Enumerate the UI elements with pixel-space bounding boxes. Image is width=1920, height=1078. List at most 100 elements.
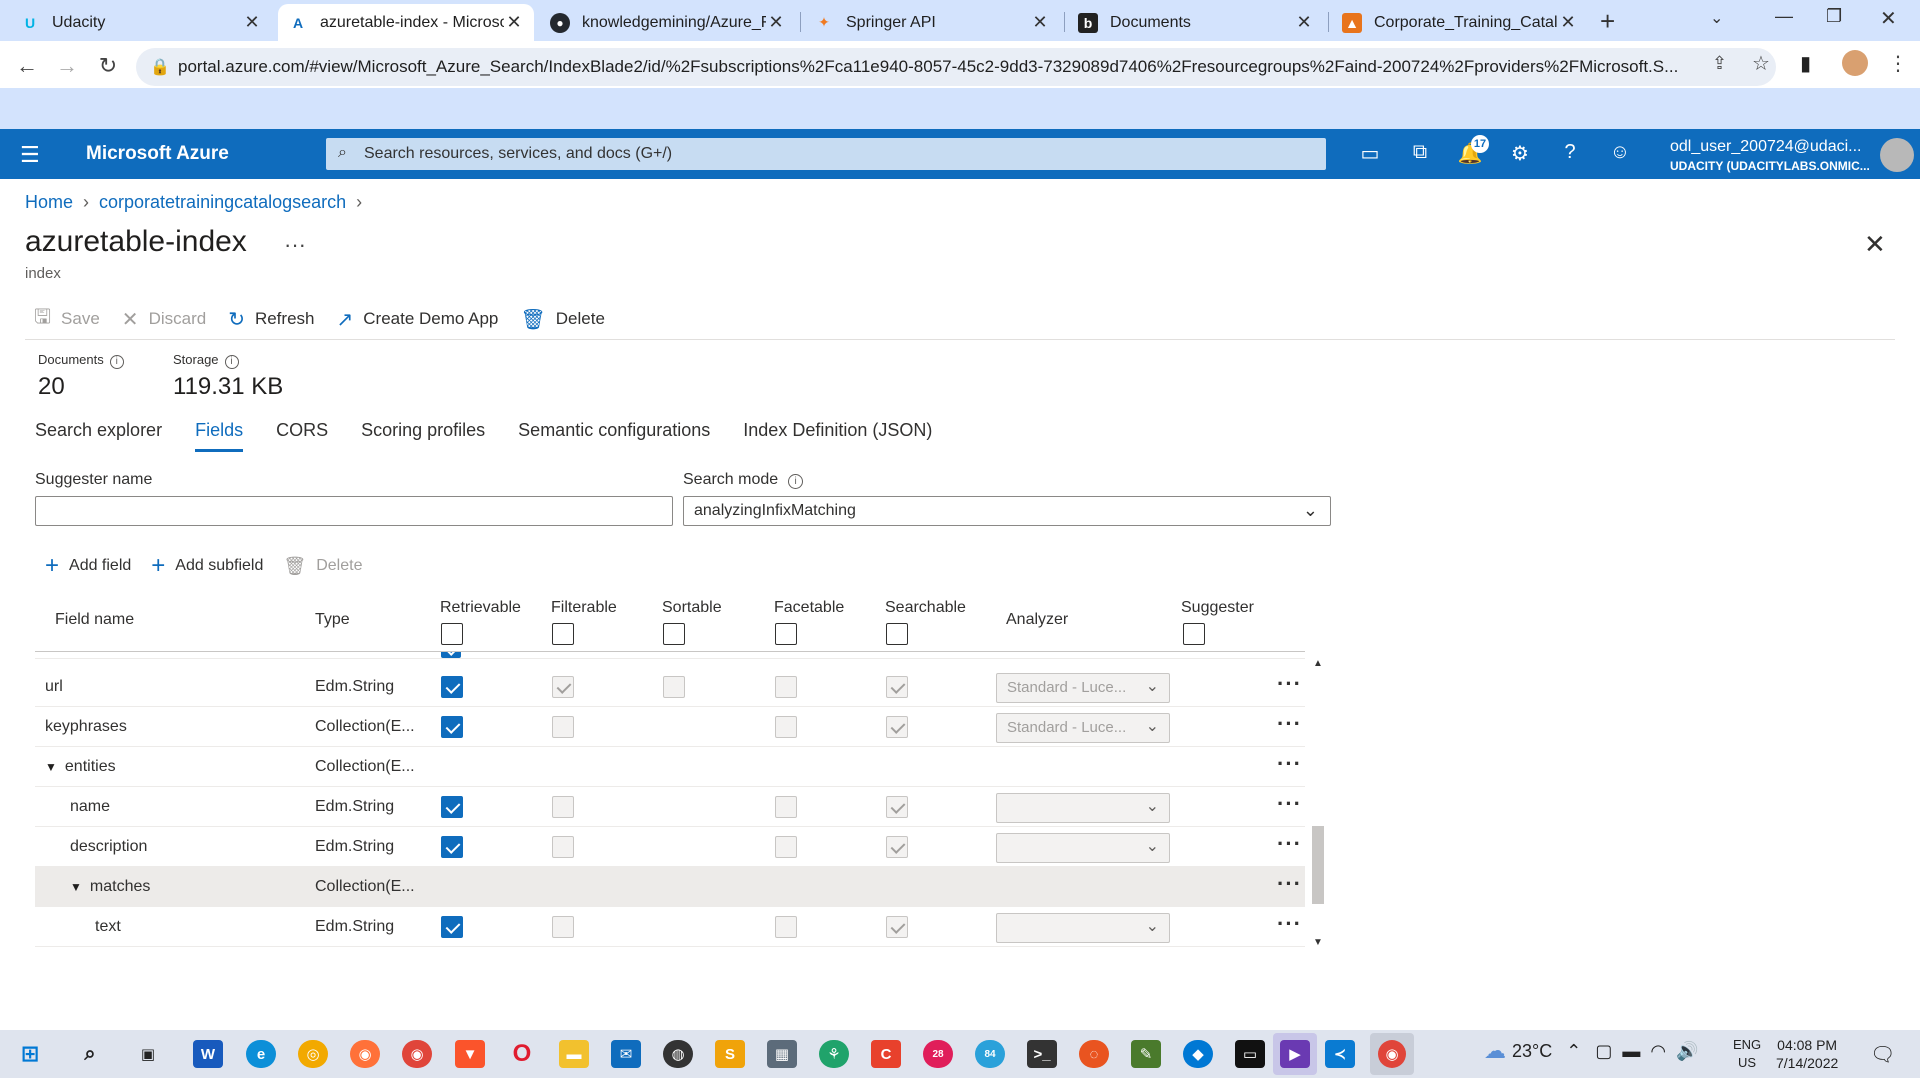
terminal-icon[interactable]: >_ — [1027, 1040, 1057, 1068]
avatar[interactable] — [1880, 138, 1914, 172]
collapse-caret-icon[interactable]: ▼ — [70, 880, 82, 894]
file-explorer-icon[interactable]: ▬ — [559, 1040, 589, 1068]
browser-tab-udacity[interactable]: U Udacity ✕ — [10, 4, 272, 41]
language-indicator[interactable]: ENG US — [1733, 1036, 1761, 1072]
app-icon[interactable]: ◎ — [298, 1040, 328, 1068]
cloud-shell-icon[interactable]: ▭ — [1356, 141, 1384, 167]
retrievable-checkbox[interactable] — [441, 652, 461, 658]
tab-cors[interactable]: CORS — [276, 420, 328, 452]
directory-filter-icon[interactable]: ⧉ — [1406, 141, 1434, 167]
searchable-checkbox[interactable] — [886, 796, 908, 818]
info-icon[interactable]: i — [224, 355, 239, 369]
share-icon[interactable]: ⇪ — [1712, 53, 1727, 74]
row-more-icon[interactable]: ··· — [1277, 791, 1302, 817]
analyzer-dropdown[interactable]: Standard - Luce... ⌄ — [996, 713, 1170, 743]
discard-button[interactable]: ✕ Discard — [122, 307, 206, 332]
close-icon[interactable]: ✕ — [1864, 229, 1886, 260]
row-more-icon[interactable]: ··· — [1277, 871, 1302, 897]
close-tab-icon[interactable]: ✕ — [1558, 12, 1578, 33]
row-more-icon[interactable]: ··· — [1277, 831, 1302, 857]
tab-fields[interactable]: Fields — [195, 420, 244, 452]
reload-icon[interactable]: ↻ — [93, 53, 123, 79]
tab-search-explorer[interactable]: Search explorer — [35, 420, 162, 452]
browser-menu-icon[interactable]: ⋮ — [1888, 51, 1908, 76]
row-more-icon[interactable]: ··· — [1277, 751, 1302, 777]
header-type[interactable]: Type — [315, 611, 350, 629]
browser-tab-documents[interactable]: b Documents ✕ — [1068, 4, 1324, 41]
new-tab-icon[interactable]: + — [1600, 6, 1615, 37]
sublime-icon[interactable]: S — [715, 1040, 745, 1068]
refresh-button[interactable]: ↻ Refresh — [228, 307, 314, 332]
browser-tab-github[interactable]: ● knowledgemining/Azure_Fu ✕ — [540, 4, 796, 41]
address-bar[interactable]: 🔒 portal.azure.com/#view/Microsoft_Azure… — [136, 48, 1776, 86]
analyzer-dropdown[interactable]: Standard - Luce... ⌄ — [996, 673, 1170, 703]
slack-icon[interactable]: 28 — [923, 1040, 953, 1068]
app-icon[interactable]: ◆ — [1183, 1040, 1213, 1068]
sortable-all-checkbox[interactable] — [663, 623, 685, 645]
retrievable-checkbox[interactable] — [441, 836, 463, 858]
collapse-caret-icon[interactable]: ▼ — [45, 760, 57, 774]
table-row[interactable]: ▼ entities Collection(E... ··· — [35, 747, 1305, 787]
suggester-name-input[interactable] — [35, 496, 673, 526]
breadcrumb-home[interactable]: Home — [25, 192, 73, 213]
facetable-checkbox[interactable] — [775, 676, 797, 698]
app-icon[interactable]: ◍ — [663, 1040, 693, 1068]
browser-tab-azure[interactable]: A azuretable-index - Microso ✕ — [278, 4, 534, 41]
weather-cloud-icon[interactable]: ☁ — [1484, 1038, 1506, 1064]
table-row[interactable]: description Edm.String ⌄ ··· — [35, 827, 1305, 867]
facetable-all-checkbox[interactable] — [775, 623, 797, 645]
windows-start-icon[interactable]: ⊞ — [15, 1040, 45, 1068]
cmd-icon[interactable]: ▭ — [1235, 1040, 1265, 1068]
scrollbar-thumb[interactable] — [1312, 826, 1324, 904]
browser-tab-springer[interactable]: ✦ Springer API ✕ — [804, 4, 1060, 41]
searchable-all-checkbox[interactable] — [886, 623, 908, 645]
edge-icon[interactable]: e — [246, 1040, 276, 1068]
close-tab-icon[interactable]: ✕ — [1030, 12, 1050, 33]
add-field-button[interactable]: + Add field — [45, 554, 131, 578]
browser-tab-catalog[interactable]: ▲ Corporate_Training_Catalog ✕ — [1332, 4, 1588, 41]
filterable-checkbox[interactable] — [552, 916, 574, 938]
feedback-icon[interactable]: ☺ — [1606, 141, 1634, 167]
visual-studio-icon[interactable]: ▶ — [1273, 1033, 1317, 1075]
facetable-checkbox[interactable] — [775, 716, 797, 738]
close-tab-icon[interactable]: ✕ — [242, 12, 262, 33]
filterable-all-checkbox[interactable] — [552, 623, 574, 645]
table-row[interactable]: text Edm.String ⌄ ··· — [35, 907, 1305, 947]
sortable-checkbox[interactable] — [663, 676, 685, 698]
profile-avatar[interactable] — [1842, 50, 1868, 76]
table-row[interactable]: name Edm.String ⌄ ··· — [35, 787, 1305, 827]
device-icon[interactable]: ▢ — [1595, 1041, 1612, 1062]
table-row[interactable]: keyphrases Collection(E... Standard - Lu… — [35, 707, 1305, 747]
chrome-active-icon[interactable]: ◉ — [1370, 1033, 1414, 1075]
retrievable-checkbox[interactable] — [441, 916, 463, 938]
facetable-checkbox[interactable] — [775, 916, 797, 938]
opera-icon[interactable]: O — [507, 1040, 537, 1068]
bookmark-star-icon[interactable]: ☆ — [1752, 51, 1770, 76]
ubuntu-icon[interactable]: ◌ — [1079, 1040, 1109, 1068]
app-icon[interactable]: ✎ — [1131, 1040, 1161, 1068]
add-subfield-button[interactable]: + Add subfield — [151, 554, 263, 578]
search-mode-dropdown[interactable]: analyzingInfixMatching ⌄ — [683, 496, 1331, 526]
notification-center-icon[interactable]: 🗨 — [1870, 1042, 1895, 1067]
forward-icon[interactable]: → — [52, 53, 82, 79]
row-more-icon[interactable]: ··· — [1277, 711, 1302, 737]
global-search-input[interactable]: ⌕ Search resources, services, and docs (… — [326, 138, 1326, 170]
row-more-icon[interactable]: ··· — [1277, 911, 1302, 937]
filterable-checkbox[interactable] — [552, 796, 574, 818]
tab-semantic-configurations[interactable]: Semantic configurations — [518, 420, 710, 452]
search-icon[interactable]: ⌕ — [75, 1040, 105, 1068]
vscode-icon[interactable]: ≺ — [1325, 1040, 1355, 1068]
searchable-checkbox[interactable] — [886, 916, 908, 938]
create-demo-app-button[interactable]: ↗ Create Demo App — [336, 307, 498, 332]
info-icon[interactable]: i — [788, 474, 804, 489]
task-view-icon[interactable]: ▣ — [133, 1040, 163, 1068]
searchable-checkbox[interactable] — [886, 676, 908, 698]
retrievable-checkbox[interactable] — [441, 716, 463, 738]
breadcrumb-service[interactable]: corporatetrainingcatalogsearch — [99, 192, 346, 213]
grid-scrollbar[interactable] — [1310, 655, 1326, 952]
analyzer-dropdown[interactable]: ⌄ — [996, 913, 1170, 943]
tab-search-icon[interactable]: ⌄ — [1710, 8, 1723, 28]
help-icon[interactable]: ? — [1556, 141, 1584, 167]
back-icon[interactable]: ← — [12, 53, 42, 79]
filterable-checkbox[interactable] — [552, 676, 574, 698]
